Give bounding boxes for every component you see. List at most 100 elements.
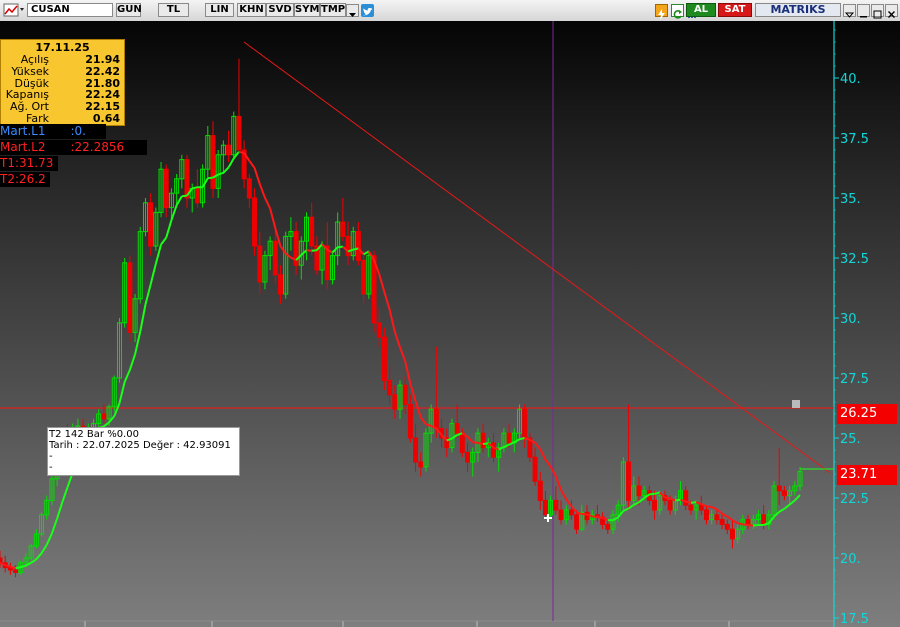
- candle-down: [361, 259, 367, 295]
- moving-average-segment: [331, 246, 339, 254]
- moving-average-segment: [519, 437, 525, 441]
- moving-average-segment: [425, 423, 432, 427]
- matriks-logo: MATRIKS: [755, 3, 841, 17]
- horizontal-level-tag: 26.25: [837, 404, 897, 424]
- candle-down: [252, 197, 258, 247]
- moving-average-segment: [306, 249, 312, 252]
- info-line: Tarih : 22.07.2025 Değer : 42.93091: [49, 440, 231, 451]
- candle-down: [698, 504, 704, 511]
- moving-average-segment: [139, 304, 147, 332]
- candle-down: [0, 557, 3, 564]
- refresh-icon[interactable]: [671, 4, 684, 19]
- moving-average-segment: [633, 501, 640, 506]
- candle-down: [729, 528, 735, 540]
- ohlc-panel: 17.11.25 Açılış 21.94 Yüksek 22.42 Düşük 21…: [0, 39, 125, 126]
- moving-average-segment: [118, 381, 126, 404]
- candle-down: [714, 514, 720, 521]
- lightning-icon[interactable]: [655, 4, 668, 20]
- moving-average-segment: [716, 508, 723, 515]
- candle-down: [542, 499, 548, 516]
- moving-average-segment: [783, 503, 791, 510]
- level-line-handle: [792, 400, 800, 408]
- moving-average-segment: [654, 491, 660, 495]
- scale-button[interactable]: LIN: [205, 3, 234, 17]
- moving-average-segment: [123, 369, 131, 383]
- moving-average-segment: [40, 544, 48, 554]
- candle-down: [667, 499, 673, 511]
- close-icon[interactable]: [885, 4, 898, 18]
- moving-average-segment: [45, 532, 53, 546]
- moving-average-segment: [134, 331, 142, 355]
- moving-average-segment: [628, 504, 635, 510]
- candle-down: [719, 519, 725, 525]
- trendline-info-box: T2 142 Bar %0.00 Tarih : 22.07.2025 Değe…: [47, 427, 240, 476]
- currency-button[interactable]: TL: [158, 3, 189, 17]
- candle-down: [688, 504, 694, 511]
- indicator-value: :22.2856: [70, 140, 125, 154]
- candle-down: [724, 523, 730, 530]
- twitter-icon[interactable]: [361, 4, 374, 17]
- sym-button[interactable]: SYM: [294, 3, 320, 17]
- candle-down: [257, 245, 263, 283]
- moving-average-segment: [554, 476, 562, 491]
- moving-average-segment: [534, 442, 542, 451]
- candle-down: [392, 394, 398, 410]
- chevron-down-icon[interactable]: [346, 4, 359, 17]
- candle-down: [340, 221, 346, 237]
- moving-average-segment: [581, 512, 588, 516]
- window-minimize-icon[interactable]: [857, 4, 870, 18]
- moving-average-segment: [659, 491, 666, 499]
- khn-button[interactable]: KHN: [237, 3, 266, 17]
- svd-button[interactable]: SVD: [266, 3, 294, 17]
- candle-down: [418, 461, 424, 468]
- moving-average-segment: [731, 519, 739, 525]
- moving-average-segment: [279, 245, 287, 255]
- y-tick-label: 32.5: [840, 252, 869, 267]
- candle-down: [272, 240, 278, 276]
- moving-average-segment: [466, 436, 474, 443]
- symbol-field[interactable]: CUSAN: [27, 3, 113, 17]
- moving-average-segment: [472, 441, 479, 444]
- tmp-button[interactable]: TMP: [320, 3, 346, 17]
- chart-area[interactable]: 17.5 20. 22.5 25. 27.5 30. 32.5 35. 37.5 40.: [0, 21, 900, 627]
- candle-down: [781, 490, 787, 497]
- minimize-icon[interactable]: [843, 4, 856, 18]
- moving-average-segment: [264, 197, 272, 209]
- moving-average-segment: [20, 564, 27, 569]
- moving-average-segment: [378, 273, 386, 293]
- moving-average-segment: [721, 512, 728, 518]
- candle-down: [761, 514, 767, 525]
- candle-down: [459, 432, 465, 453]
- moving-average-segment: [61, 486, 69, 503]
- moving-average-segment: [15, 566, 21, 570]
- candle-down: [309, 216, 315, 247]
- moving-average-segment: [285, 252, 292, 259]
- candle-down: [491, 442, 497, 458]
- period-button[interactable]: GUN: [116, 3, 142, 17]
- candle-down: [387, 379, 393, 396]
- moving-average-segment: [747, 524, 754, 527]
- candle-down: [278, 274, 284, 295]
- candle-down: [506, 432, 512, 444]
- moving-average-segment: [539, 448, 547, 461]
- moving-average-segment: [10, 565, 16, 570]
- candle-down: [413, 437, 419, 463]
- moving-average-segment: [544, 459, 552, 468]
- moving-average-segment: [311, 249, 317, 252]
- moving-average-segment: [742, 523, 749, 526]
- chart-toolbar: CUSAN GUN TL LIN KHN SVD SYM TMP AL SAT …: [0, 0, 900, 22]
- chart-window-icon[interactable]: [3, 3, 25, 18]
- maximize-icon[interactable]: [871, 4, 884, 19]
- moving-average-segment: [477, 441, 484, 445]
- ohlc-value: 0.64: [92, 111, 120, 125]
- moving-average-segment: [483, 442, 489, 445]
- ohlc-label: Yüksek: [11, 64, 49, 78]
- price-chart[interactable]: 17.5 20. 22.5 25. 27.5 30. 32.5 35. 37.5 40.: [0, 21, 900, 627]
- candle-down: [127, 262, 133, 333]
- moving-average-segment: [419, 416, 427, 425]
- buy-button[interactable]: AL: [686, 3, 716, 17]
- candle-down: [776, 485, 782, 492]
- moving-average-segment: [649, 492, 655, 496]
- moving-average-segment: [685, 500, 692, 504]
- sell-button[interactable]: SAT: [718, 3, 752, 17]
